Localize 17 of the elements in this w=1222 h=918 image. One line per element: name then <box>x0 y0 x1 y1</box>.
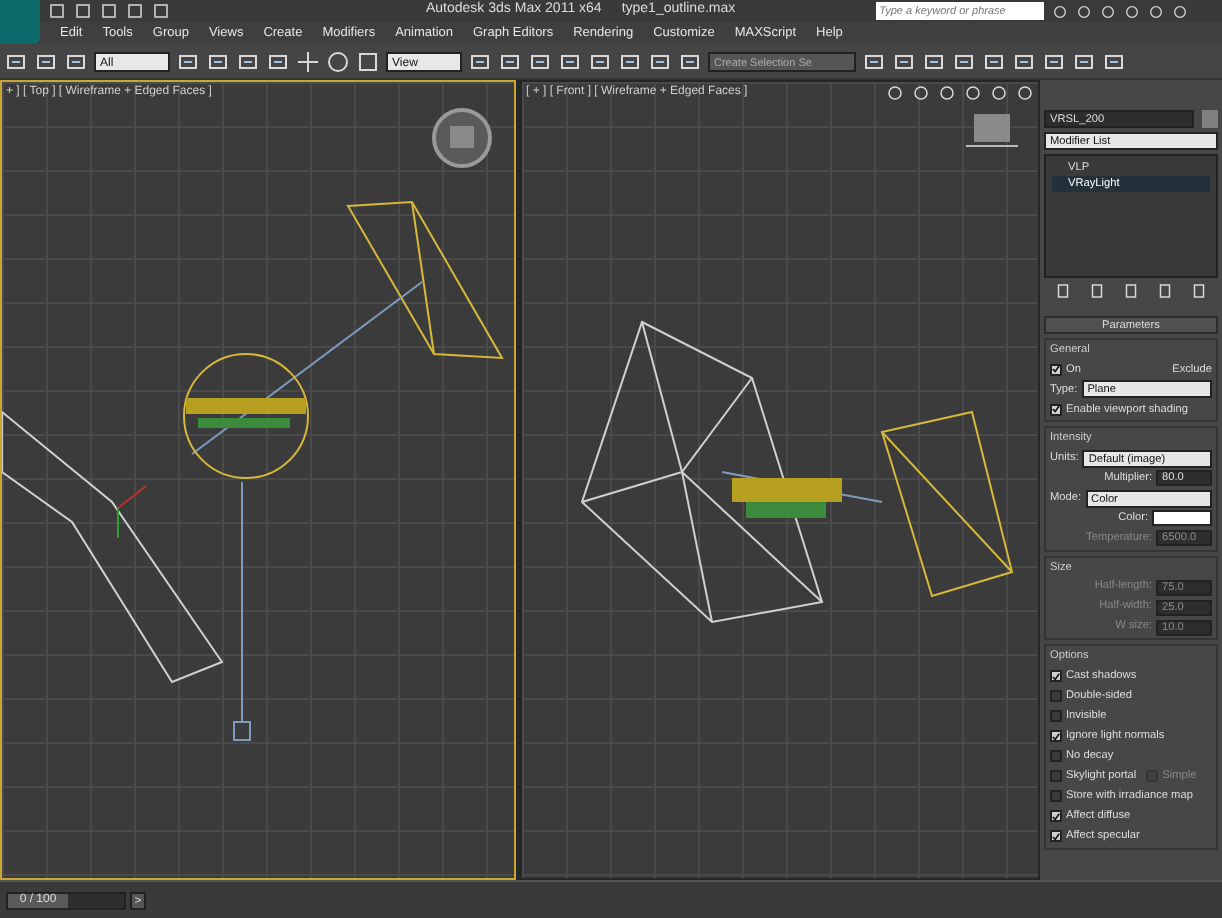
viewcube-icon[interactable] <box>432 108 492 168</box>
checkbox[interactable] <box>1050 810 1062 823</box>
checkbox[interactable] <box>1050 710 1062 723</box>
checkbox[interactable] <box>1050 403 1062 416</box>
checkbox[interactable] <box>1050 690 1062 703</box>
rotate-icon[interactable] <box>326 49 350 73</box>
move-icon[interactable] <box>296 49 320 73</box>
object-color-swatch[interactable] <box>1202 110 1218 128</box>
checkbox[interactable] <box>1050 770 1062 783</box>
checkbox[interactable] <box>1050 790 1062 803</box>
viewcube-icon[interactable] <box>965 114 1019 147</box>
checkbox[interactable] <box>1050 730 1062 743</box>
checkbox[interactable] <box>1050 750 1062 763</box>
checkbox[interactable] <box>1050 830 1062 843</box>
checkbox[interactable] <box>1050 363 1062 376</box>
color-swatch[interactable] <box>1152 510 1212 527</box>
checkbox[interactable] <box>1050 670 1062 683</box>
